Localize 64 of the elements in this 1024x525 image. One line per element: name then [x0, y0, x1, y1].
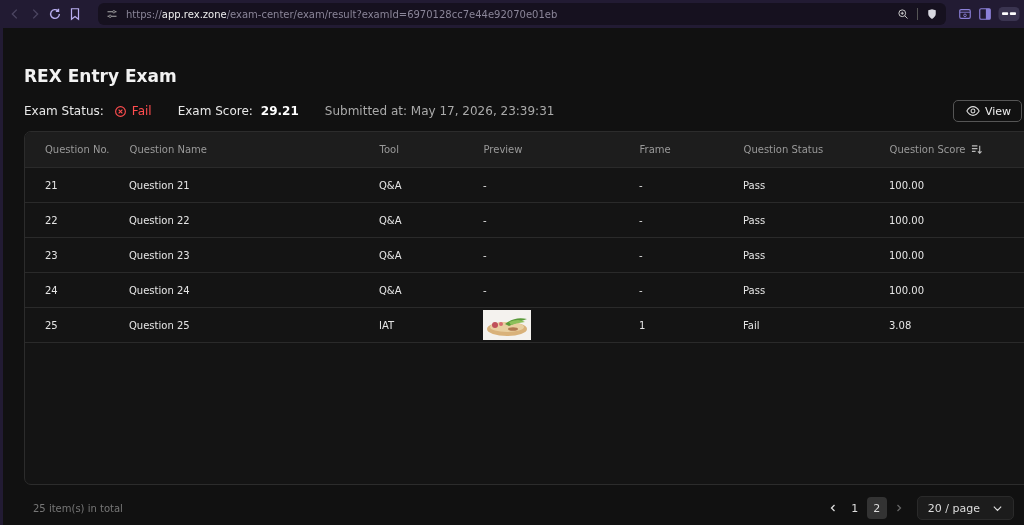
total-count: 25 item(s) in total — [33, 502, 123, 514]
exam-score: 29.21 — [260, 104, 299, 118]
table-cell: - — [639, 249, 643, 261]
table-cell: Pass — [743, 179, 766, 191]
column-header: Preview — [482, 144, 524, 155]
table-cell: Question 21 — [129, 179, 190, 191]
table-cell: Q&A — [379, 284, 402, 296]
shield-icon[interactable] — [926, 8, 938, 20]
table-cell: - — [483, 249, 487, 261]
table-cell: 100.00 — [889, 214, 924, 226]
table-cell: Fail — [743, 319, 760, 331]
column-header: Tool — [378, 144, 400, 155]
table-cell: 25 — [45, 319, 58, 331]
table-cell: Q&A — [379, 214, 402, 226]
table-cell: IAT — [379, 319, 395, 331]
bookmark-icon[interactable] — [68, 7, 82, 21]
page-size-select[interactable]: 20 / page — [916, 496, 1014, 520]
column-header[interactable]: Question Score — [869, 144, 1024, 155]
table-cell: 22 — [45, 214, 58, 226]
table-cell: - — [639, 284, 643, 296]
table-cell: - — [483, 284, 487, 296]
table-cell: Question 24 — [129, 284, 190, 296]
table-cell: 100.00 — [889, 284, 924, 296]
site-settings-icon[interactable] — [106, 8, 118, 20]
table-cell: - — [639, 179, 643, 191]
column-header: Question Name — [128, 144, 208, 155]
fail-icon — [113, 104, 127, 118]
page-button[interactable]: 2 — [866, 497, 887, 519]
exam-status-label: Exam Status: — [24, 104, 104, 118]
submitted-time: Submitted at: May 17, 2026, 23:39:31 — [324, 104, 555, 118]
sort-icon[interactable] — [971, 144, 983, 155]
table-cell: Pass — [743, 284, 766, 296]
table-cell: 23 — [45, 249, 58, 261]
table-cell: Q&A — [379, 179, 402, 191]
page-title: REX Entry Exam — [24, 66, 178, 86]
eye-icon — [965, 104, 980, 118]
url-text: https://app.rex.zone/exam-center/exam/result?examId=6970128cc7e44e92070e01eb — [126, 8, 558, 20]
table-cell: Q&A — [379, 249, 402, 261]
table-cell: 100.00 — [889, 249, 924, 261]
table-cell: 100.00 — [889, 179, 924, 191]
view-button[interactable]: View — [952, 100, 1022, 122]
column-header: Question No. — [44, 144, 110, 155]
table-cell: Question 23 — [129, 249, 190, 261]
reload-icon[interactable] — [48, 7, 62, 21]
table-cell: Question 25 — [129, 319, 190, 331]
table-cell: - — [483, 179, 487, 191]
table-cell: - — [639, 214, 643, 226]
address-bar[interactable]: https://app.rex.zone/exam-center/exam/result?examId=6970128cc7e44e92070e01eb — [98, 3, 946, 25]
table-cell: Pass — [743, 249, 766, 261]
table-cell: Question 22 — [129, 214, 190, 226]
table-cell: 1 — [639, 319, 646, 331]
zoom-icon[interactable] — [897, 8, 909, 20]
table-cell: - — [483, 214, 487, 226]
column-header: Question Status — [742, 144, 825, 155]
column-header: Frame — [638, 144, 672, 155]
exam-status: Fail — [131, 104, 152, 118]
page-button[interactable]: 1 — [844, 497, 865, 519]
sidebar-icon[interactable] — [978, 7, 992, 21]
table-cell: 3.08 — [889, 319, 912, 331]
table-cell: 21 — [45, 179, 58, 191]
exam-score-label: Exam Score: — [177, 104, 253, 118]
table-cell: Pass — [743, 214, 766, 226]
table-cell: 24 — [45, 284, 58, 296]
screenshot-icon[interactable] — [958, 7, 972, 21]
